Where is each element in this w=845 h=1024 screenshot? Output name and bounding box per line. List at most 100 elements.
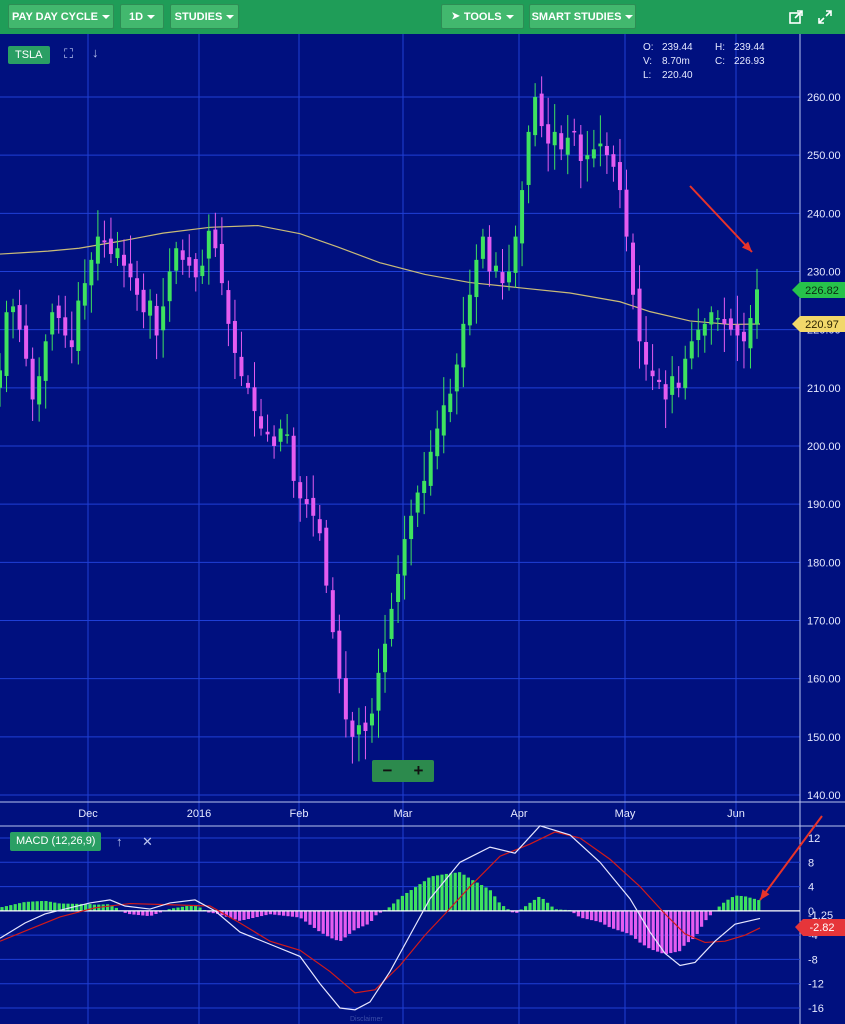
- expand-icon[interactable]: [815, 7, 835, 27]
- macd-value-b: -2.82: [809, 922, 834, 934]
- macd-histogram-bar: [242, 910, 246, 920]
- candle-down: [624, 189, 629, 237]
- macd-histogram-bar: [356, 910, 360, 929]
- macd-histogram-bar: [664, 910, 668, 954]
- macd-histogram-bar: [537, 896, 541, 911]
- macd-histogram-bar: [726, 899, 730, 911]
- red-arrow: [689, 185, 753, 253]
- macd-histogram-bar: [682, 910, 686, 946]
- candle-down: [102, 240, 107, 243]
- macd-histogram-bar: [26, 901, 30, 911]
- macd-histogram-bar: [317, 910, 321, 932]
- arrow-up-icon[interactable]: ↑: [116, 834, 123, 849]
- candle-up: [389, 608, 394, 639]
- price-chart[interactable]: 260.00250.00240.00230.00220.00210.00200.…: [0, 34, 845, 1024]
- time-tick-label: Feb: [290, 808, 309, 820]
- maximize-icon[interactable]: ⛶: [64, 46, 73, 62]
- macd-histogram-bar: [48, 901, 52, 911]
- macd-histogram-bar: [365, 910, 369, 925]
- zoom-out-button[interactable]: −: [372, 760, 403, 782]
- macd-histogram-bar: [295, 910, 299, 918]
- macd-histogram-bar: [260, 910, 264, 917]
- macd-histogram-bar: [612, 910, 616, 929]
- candle-down: [232, 320, 237, 353]
- candle-down: [272, 436, 277, 446]
- tools-dropdown[interactable]: ➤ TOOLS: [441, 4, 524, 29]
- candle-down: [676, 382, 681, 388]
- macd-histogram-bar: [642, 910, 646, 946]
- macd-tick-label: 8: [808, 857, 814, 869]
- smart-studies-dropdown[interactable]: SMART STUDIES: [529, 4, 636, 29]
- candle-up: [415, 492, 420, 513]
- macd-tick-label: -8: [808, 954, 818, 966]
- macd-histogram-bar: [695, 910, 699, 934]
- macd-histogram-bar: [330, 910, 334, 939]
- studies-dropdown[interactable]: STUDIES: [170, 4, 239, 29]
- disclaimer-link[interactable]: Disclaimer: [350, 1016, 383, 1023]
- zoom-in-button[interactable]: +: [403, 760, 434, 782]
- macd-histogram-bar: [189, 905, 193, 911]
- macd-histogram-bar: [704, 910, 708, 921]
- macd-histogram-bar: [475, 882, 479, 911]
- candle-up: [507, 271, 512, 283]
- macd-histogram-bar: [550, 906, 554, 911]
- macd-histogram-bar: [251, 910, 255, 919]
- top-toolbar: PAY DAY CYCLE 1D STUDIES ➤ TOOLS SMART ST…: [0, 0, 845, 34]
- smart-studies-label: SMART STUDIES: [531, 10, 622, 23]
- candle-down: [330, 590, 335, 633]
- studies-label: STUDIES: [174, 10, 223, 23]
- macd-histogram-bar: [717, 906, 721, 911]
- chart-grid: [0, 34, 845, 1024]
- candle-up: [167, 271, 172, 302]
- share-icon[interactable]: [786, 7, 806, 27]
- candle-up: [95, 236, 100, 264]
- candle-down: [219, 243, 224, 284]
- macd-histogram-bar: [308, 910, 312, 925]
- high-label: H:: [715, 42, 725, 53]
- candle-up: [285, 434, 290, 436]
- macd-histogram-bar: [453, 872, 457, 911]
- candle-down: [604, 145, 609, 156]
- macd-tick-label: -12: [808, 979, 824, 991]
- arrow-down-icon[interactable]: ↓: [92, 45, 99, 60]
- price-axis: 260.00250.00240.00230.00220.00210.00200.…: [807, 92, 841, 802]
- macd-histogram-bar: [752, 898, 756, 911]
- macd-histogram-bar: [264, 910, 268, 916]
- candle-up: [461, 323, 466, 368]
- candle-down: [108, 238, 113, 255]
- candle-up: [683, 358, 688, 389]
- macd-histogram-bar: [691, 910, 695, 940]
- high-value: 239.44: [734, 42, 765, 53]
- open-value: 239.44: [662, 42, 693, 53]
- macd-histogram-bar: [44, 901, 48, 911]
- macd-histogram-bar: [620, 910, 624, 932]
- volume-value: 8.70m: [662, 56, 690, 67]
- volume-label: V:: [643, 56, 653, 67]
- macd-histogram-bar: [708, 910, 712, 916]
- macd-panel: 12840-4-8-12-16: [0, 825, 824, 1015]
- cycle-dropdown[interactable]: PAY DAY CYCLE: [8, 4, 114, 29]
- candle-up: [89, 259, 94, 286]
- macd-histogram-bar: [497, 902, 501, 911]
- macd-histogram-bar: [480, 885, 484, 911]
- candle-down: [735, 324, 740, 336]
- macd-histogram-bar: [409, 890, 413, 911]
- candle-up: [715, 318, 720, 320]
- macd-histogram-bar: [66, 903, 70, 911]
- macd-histogram-bar: [524, 906, 528, 911]
- macd-histogram-bar: [53, 902, 57, 911]
- macd-histogram-bar: [255, 910, 259, 918]
- candle-down: [363, 722, 368, 732]
- candle-down: [291, 435, 296, 481]
- macd-histogram-bar: [541, 898, 545, 911]
- macd-histogram-bar: [532, 899, 536, 911]
- symbol-label[interactable]: TSLA: [8, 46, 50, 64]
- candle-down: [298, 482, 303, 499]
- candle-down: [245, 382, 250, 388]
- macd-label[interactable]: MACD (12,26,9): [10, 832, 102, 851]
- interval-dropdown[interactable]: 1D: [120, 4, 164, 29]
- macd-histogram-bar: [18, 903, 22, 911]
- close-icon[interactable]: ✕: [142, 834, 153, 850]
- macd-histogram-bar: [361, 910, 365, 927]
- candle-down: [154, 305, 159, 336]
